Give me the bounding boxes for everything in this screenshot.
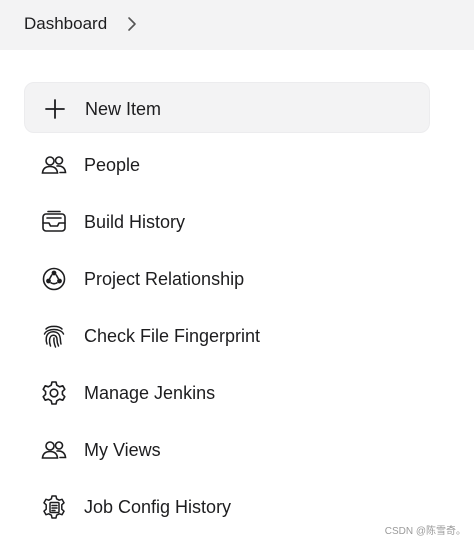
gear-icon <box>40 379 68 407</box>
menu-item-check-file-fingerprint[interactable]: Check File Fingerprint <box>24 310 430 361</box>
menu-item-label: My Views <box>84 440 161 460</box>
menu-item-label: People <box>84 155 141 175</box>
relationship-icon <box>40 265 68 293</box>
chevron-right-icon[interactable] <box>126 15 138 33</box>
menu-item-label: Project Relationship <box>84 269 245 289</box>
inbox-history-icon <box>40 208 68 236</box>
menu-item-label: Build History <box>84 212 186 232</box>
menu-item-label: Job Config History <box>84 497 232 517</box>
people-icon <box>40 151 68 179</box>
menu-item-project-relationship[interactable]: Project Relationship <box>24 253 430 304</box>
watermark: CSDN @陈雪奇。 <box>384 526 466 537</box>
job-config-icon <box>40 493 68 521</box>
breadcrumb-dashboard[interactable]: Dashboard <box>24 13 107 35</box>
menu-item-job-config-history[interactable]: Job Config History <box>24 481 430 532</box>
menu-item-build-history[interactable]: Build History <box>24 196 430 247</box>
fingerprint-icon <box>40 322 68 350</box>
menu-item-manage-jenkins[interactable]: Manage Jenkins <box>24 367 430 418</box>
side-menu: New Item People Build History Project Re… <box>24 82 430 538</box>
menu-item-my-views[interactable]: My Views <box>24 424 430 475</box>
top-breadcrumb-bar: Dashboard <box>0 0 474 50</box>
plus-icon <box>41 95 69 123</box>
menu-item-label: Check File Fingerprint <box>84 326 261 346</box>
people-icon <box>40 436 68 464</box>
menu-item-new-item[interactable]: New Item <box>24 82 430 133</box>
menu-item-people[interactable]: People <box>24 139 430 190</box>
menu-item-label: Manage Jenkins <box>84 383 216 403</box>
menu-item-label: New Item <box>85 99 162 119</box>
